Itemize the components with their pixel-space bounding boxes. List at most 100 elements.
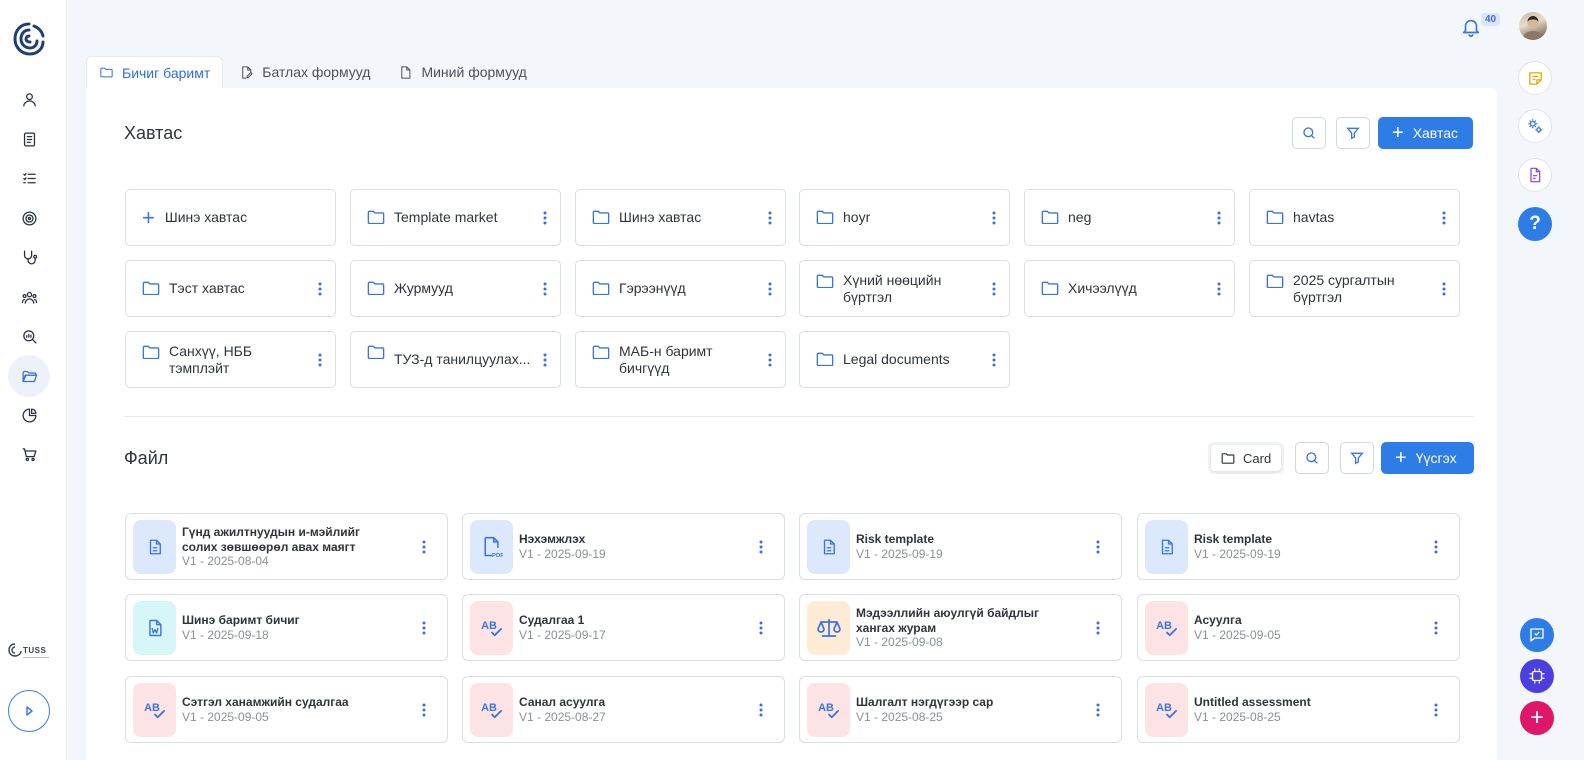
file-filter-button[interactable] — [1340, 442, 1374, 474]
more-options-icon[interactable] — [1096, 703, 1100, 717]
more-options-icon[interactable] — [422, 540, 426, 554]
nav-pie-chart-icon[interactable] — [13, 399, 45, 431]
svg-text:AB: AB — [818, 702, 834, 714]
more-options-icon[interactable] — [768, 282, 772, 296]
tab-my-forms[interactable]: Миний формууд — [386, 56, 538, 88]
folder-card[interactable]: МАБ-н баримт бичгүүд — [575, 331, 786, 388]
tab-documents[interactable]: Бичиг баримт — [86, 56, 224, 88]
file-version-date: V1 - 2025-09-19 — [856, 547, 943, 561]
file-card[interactable]: AB Санал асуулга V1 - 2025-08-27 — [462, 676, 785, 743]
nav-document-icon[interactable] — [13, 123, 45, 155]
folder-card[interactable]: Гэрээнүүд — [575, 260, 786, 317]
file-card[interactable]: Risk template V1 - 2025-09-19 — [1137, 513, 1460, 580]
file-title: Судалгаа 1 — [519, 613, 585, 627]
folder-card[interactable]: Хүний нөөцийн бүртгэл — [799, 260, 1010, 317]
more-options-icon[interactable] — [1442, 282, 1446, 296]
folder-name: Legal documents — [843, 351, 950, 367]
nav-checklist-icon[interactable] — [13, 162, 45, 194]
more-options-icon[interactable] — [422, 703, 426, 717]
more-options-icon[interactable] — [1442, 211, 1446, 225]
folder-card[interactable]: Санхүү, НББ тэмплэйт — [125, 331, 336, 388]
folder-card[interactable]: hoyr — [799, 189, 1010, 246]
more-options-icon[interactable] — [318, 353, 322, 367]
file-search-button[interactable] — [1295, 442, 1329, 474]
folder-name: Тэст хавтас — [169, 280, 245, 296]
file-card[interactable]: AB Асуулга V1 - 2025-09-05 — [1137, 594, 1460, 661]
more-options-icon[interactable] — [768, 211, 772, 225]
file-version-date: V1 - 2025-09-05 — [1194, 628, 1281, 642]
add-folder-button[interactable]: + Хавтас — [1378, 117, 1473, 149]
file-card[interactable]: Risk template V1 - 2025-09-19 — [799, 513, 1122, 580]
more-options-icon[interactable] — [759, 621, 763, 635]
nav-user-icon[interactable] — [13, 83, 45, 115]
file-card[interactable]: Шинэ баримт бичиг V1 - 2025-09-18 — [125, 594, 448, 661]
settings-button[interactable] — [1518, 109, 1552, 143]
file-card[interactable]: Мэдээллийн аюулгүй байдлыг хангах журам V… — [799, 594, 1122, 661]
chip-icon — [1529, 668, 1545, 684]
file-version-date: V1 - 2025-09-19 — [519, 547, 606, 561]
help-button[interactable]: ? — [1518, 207, 1552, 241]
more-options-icon[interactable] — [1096, 621, 1100, 635]
more-options-icon[interactable] — [1434, 621, 1438, 635]
more-options-icon[interactable] — [759, 703, 763, 717]
more-options-icon[interactable] — [543, 353, 547, 367]
nav-folder-icon[interactable] — [8, 355, 50, 397]
survey-icon: AB — [1145, 601, 1188, 655]
file-card[interactable]: Гүнд ажилтнуудын и-мэйлийг солих зөвшөөр… — [125, 513, 448, 580]
more-options-icon[interactable] — [1217, 211, 1221, 225]
folder-card[interactable]: neg — [1024, 189, 1235, 246]
more-options-icon[interactable] — [992, 282, 996, 296]
create-file-button[interactable]: + Үүсгэх — [1381, 442, 1474, 474]
more-options-icon[interactable] — [1096, 540, 1100, 554]
more-options-icon[interactable] — [992, 353, 996, 367]
folder-card[interactable]: ТУЗ-д танилцуулах... — [350, 331, 561, 388]
create-fab[interactable]: + — [1520, 701, 1554, 735]
more-options-icon[interactable] — [1434, 703, 1438, 717]
folder-icon — [100, 67, 113, 78]
folder-card[interactable]: Журмууд — [350, 260, 561, 317]
sidebar-expand-button[interactable] — [8, 690, 50, 732]
survey-icon: AB — [1145, 683, 1188, 737]
folder-card[interactable]: Тэст хавтас — [125, 260, 336, 317]
nav-cart-icon[interactable] — [13, 438, 45, 470]
nav-stethoscope-icon[interactable] — [13, 241, 45, 273]
folder-card[interactable]: Хичээлүүд — [1024, 260, 1235, 317]
file-version-date: V1 - 2025-08-25 — [1194, 710, 1281, 724]
file-card[interactable]: PDF Нэхэмжлэх V1 - 2025-09-19 — [462, 513, 785, 580]
folder-card[interactable]: Legal documents — [799, 331, 1010, 388]
file-card[interactable]: AB Шалгалт нэгдүгээр сар V1 - 2025-08-25 — [799, 676, 1122, 743]
nav-team-icon[interactable] — [13, 281, 45, 313]
nav-search-analytics-icon[interactable] — [13, 320, 45, 352]
new-folder-card[interactable]: + Шинэ хавтас — [125, 189, 336, 246]
card-view-option[interactable]: Card — [1211, 445, 1282, 471]
more-options-icon[interactable] — [759, 540, 763, 554]
sticky-note-button[interactable] — [1518, 61, 1552, 95]
folder-card[interactable]: 2025 сургалтын бүртгэл — [1249, 260, 1460, 317]
view-mode-toggle[interactable]: Card — [1208, 442, 1285, 474]
folder-card[interactable]: Шинэ хавтас — [575, 189, 786, 246]
chat-fab[interactable] — [1520, 618, 1554, 652]
more-options-icon[interactable] — [768, 353, 772, 367]
more-options-icon[interactable] — [1434, 540, 1438, 554]
more-options-icon[interactable] — [992, 211, 996, 225]
file-card[interactable]: AB Сэтгэл ханамжийн судалгаа V1 - 2025-09-… — [125, 676, 448, 743]
more-options-icon[interactable] — [543, 211, 547, 225]
more-options-icon[interactable] — [543, 282, 547, 296]
more-options-icon[interactable] — [1217, 282, 1221, 296]
user-avatar[interactable] — [1519, 12, 1547, 40]
folder-search-button[interactable] — [1292, 117, 1326, 149]
pdf-file-icon — [1530, 167, 1541, 183]
folder-filter-button[interactable] — [1336, 117, 1370, 149]
tab-approval-forms[interactable]: Батлах формууд — [227, 56, 382, 88]
folder-card[interactable]: Template market — [350, 189, 561, 246]
file-card[interactable]: AB Untitled assessment V1 - 2025-08-25 — [1137, 676, 1460, 743]
ai-fab[interactable] — [1520, 659, 1554, 693]
notification-bell-icon[interactable] — [1460, 16, 1482, 38]
app-logo[interactable] — [12, 20, 46, 58]
nav-target-icon[interactable] — [13, 202, 45, 234]
file-card[interactable]: AB Судалгаа 1 V1 - 2025-09-17 — [462, 594, 785, 661]
more-options-icon[interactable] — [318, 282, 322, 296]
pdf-tool-button[interactable] — [1518, 158, 1552, 192]
folder-card[interactable]: havtas — [1249, 189, 1460, 246]
more-options-icon[interactable] — [422, 621, 426, 635]
